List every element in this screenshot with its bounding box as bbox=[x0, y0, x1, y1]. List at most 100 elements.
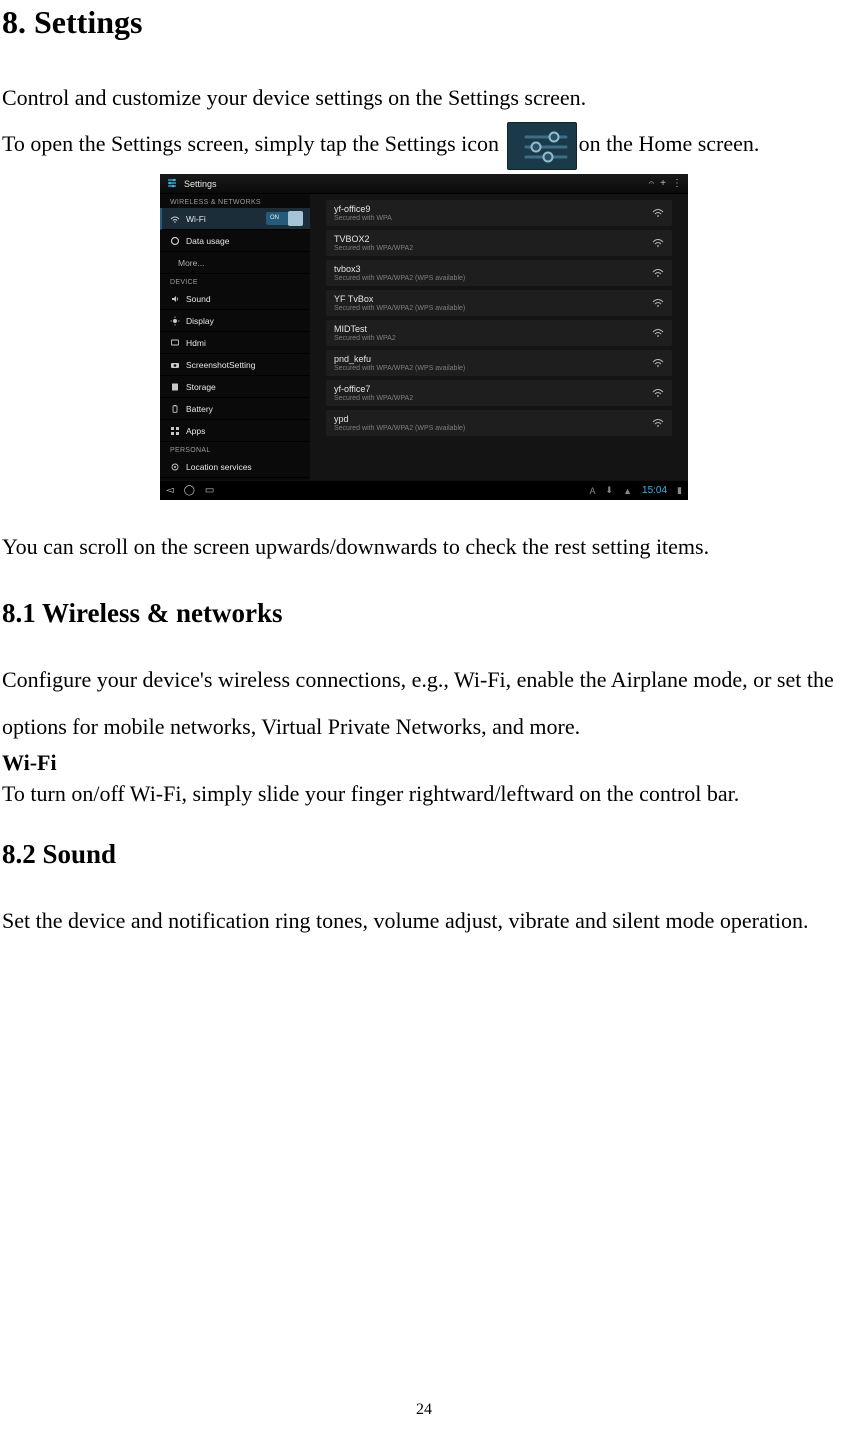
battery-status-icon: ▮ bbox=[677, 485, 682, 496]
add-icon: + bbox=[660, 178, 666, 189]
network-name: yf-office9 bbox=[334, 204, 652, 214]
sidebar-item-label: Battery bbox=[186, 404, 302, 414]
recents-icon: ▭ bbox=[205, 485, 214, 496]
network-name: YF TvBox bbox=[334, 294, 652, 304]
screenshot-sidebar: WIRELESS & NETWORKS Wi-Fi ON Data usage … bbox=[160, 194, 310, 480]
network-item: YF TvBoxSecured with WPA/WPA2 (WPS avail… bbox=[326, 290, 672, 316]
network-item: pnd_kefuSecured with WPA/WPA2 (WPS avail… bbox=[326, 350, 672, 376]
screenshot-statusbar: ◅ ◯ ▭ A ⬇ ▲ 15:04 ▮ bbox=[160, 480, 688, 500]
wifi-signal-icon bbox=[652, 268, 664, 278]
screenshot-topbar: Settings 𝄐 + ⋮ bbox=[160, 174, 688, 194]
sidebar-category: PERSONAL bbox=[160, 442, 310, 456]
wifi-signal-icon bbox=[652, 328, 664, 338]
back-icon: ◅ bbox=[166, 485, 174, 496]
section-heading: 8. Settings bbox=[2, 4, 846, 41]
intro-paragraph-1: Control and customize your device settin… bbox=[2, 75, 846, 121]
paragraph-wireless: Configure your device's wireless connect… bbox=[2, 657, 846, 749]
status-a-icon: A bbox=[590, 486, 596, 496]
screenshot-network-list: yf-office9Secured with WPATVBOX2Secured … bbox=[310, 194, 688, 480]
sidebar-item-label: Apps bbox=[186, 426, 302, 436]
text-after-icon: on the Home screen. bbox=[579, 131, 760, 156]
apps-icon bbox=[170, 426, 180, 436]
network-item: yf-office7Secured with WPA/WPA2 bbox=[326, 380, 672, 406]
wifi-signal-icon bbox=[652, 418, 664, 428]
network-security: Secured with WPA2 bbox=[334, 335, 652, 342]
sidebar-item-data-usage: Data usage bbox=[160, 230, 310, 252]
clock-time: 15:04 bbox=[642, 485, 667, 496]
network-name: tvbox3 bbox=[334, 264, 652, 274]
paragraph-scroll-hint: You can scroll on the screen upwards/dow… bbox=[2, 524, 846, 570]
home-icon: ◯ bbox=[184, 485, 195, 496]
screenshot-title: Settings bbox=[184, 179, 643, 189]
wifi-signal-icon bbox=[652, 358, 664, 368]
network-name: ypd bbox=[334, 414, 652, 424]
network-item: TVBOX2Secured with WPA/WPA2 bbox=[326, 230, 672, 256]
sidebar-item-label: Location services bbox=[186, 462, 302, 472]
wifi-signal-icon bbox=[652, 238, 664, 248]
sidebar-item-security: Security bbox=[160, 478, 310, 480]
network-name: TVBOX2 bbox=[334, 234, 652, 244]
data-usage-icon bbox=[170, 236, 180, 246]
network-item: yf-office9Secured with WPA bbox=[326, 200, 672, 226]
sidebar-item-label: Hdmi bbox=[186, 338, 302, 348]
settings-screenshot: Settings 𝄐 + ⋮ WIRELESS & NETWORKS Wi-Fi… bbox=[160, 174, 688, 500]
scan-icon: 𝄐 bbox=[649, 178, 655, 189]
location-icon bbox=[170, 462, 180, 472]
wifi-icon bbox=[170, 214, 180, 224]
sidebar-item-label: ScreenshotSetting bbox=[186, 360, 302, 370]
sound-icon bbox=[170, 294, 180, 304]
hdmi-icon bbox=[170, 338, 180, 348]
network-security: Secured with WPA/WPA2 (WPS available) bbox=[334, 275, 652, 282]
download-icon: ⬇ bbox=[606, 485, 614, 496]
network-security: Secured with WPA/WPA2 bbox=[334, 395, 652, 402]
sidebar-item-wifi: Wi-Fi ON bbox=[160, 208, 310, 230]
network-name: yf-office7 bbox=[334, 384, 652, 394]
sidebar-item-sound: Sound bbox=[160, 288, 310, 310]
network-security: Secured with WPA/WPA2 (WPS available) bbox=[334, 425, 652, 432]
sidebar-item-label: Display bbox=[186, 316, 302, 326]
sidebar-item-screenshot-setting: ScreenshotSetting bbox=[160, 354, 310, 376]
sidebar-item-location: Location services bbox=[160, 456, 310, 478]
lock-icon bbox=[170, 480, 180, 481]
subsection-heading: 8.2 Sound bbox=[2, 839, 846, 870]
wifi-signal-icon: ▲ bbox=[623, 486, 632, 496]
sidebar-item-label: Wi-Fi bbox=[186, 214, 260, 224]
overflow-menu-icon: ⋮ bbox=[672, 178, 682, 189]
subsection-heading: 8.1 Wireless & networks bbox=[2, 598, 846, 629]
wifi-signal-icon bbox=[652, 298, 664, 308]
camera-icon bbox=[170, 360, 180, 370]
paragraph-sound: Set the device and notification ring ton… bbox=[2, 898, 846, 944]
network-item: ypdSecured with WPA/WPA2 (WPS available) bbox=[326, 410, 672, 436]
intro-paragraph-2: To open the Settings screen, simply tap … bbox=[2, 121, 846, 170]
text-before-icon: To open the Settings screen, simply tap … bbox=[2, 131, 505, 156]
wifi-signal-icon bbox=[652, 388, 664, 398]
sidebar-item-hdmi: Hdmi bbox=[160, 332, 310, 354]
sidebar-item-storage: Storage bbox=[160, 376, 310, 398]
sidebar-item-label: Sound bbox=[186, 294, 302, 304]
paragraph-wifi-toggle: To turn on/off Wi-Fi, simply slide your … bbox=[2, 776, 846, 811]
network-item: MIDTestSecured with WPA2 bbox=[326, 320, 672, 346]
sidebar-item-label: More... bbox=[178, 258, 302, 268]
network-security: Secured with WPA/WPA2 (WPS available) bbox=[334, 305, 652, 312]
network-security: Secured with WPA/WPA2 (WPS available) bbox=[334, 365, 652, 372]
network-name: MIDTest bbox=[334, 324, 652, 334]
settings-icon bbox=[507, 122, 577, 170]
wifi-label: Wi-Fi bbox=[2, 750, 846, 776]
settings-sliders-icon bbox=[166, 177, 178, 191]
wifi-signal-icon bbox=[652, 208, 664, 218]
network-name: pnd_kefu bbox=[334, 354, 652, 364]
sidebar-item-display: Display bbox=[160, 310, 310, 332]
sidebar-item-label: Storage bbox=[186, 382, 302, 392]
sidebar-item-apps: Apps bbox=[160, 420, 310, 442]
sidebar-item-label: Data usage bbox=[186, 236, 302, 246]
sidebar-item-label: Security bbox=[186, 480, 302, 481]
network-security: Secured with WPA bbox=[334, 215, 652, 222]
sidebar-category: WIRELESS & NETWORKS bbox=[160, 194, 310, 208]
sidebar-item-battery: Battery bbox=[160, 398, 310, 420]
display-icon bbox=[170, 316, 180, 326]
network-item: tvbox3Secured with WPA/WPA2 (WPS availab… bbox=[326, 260, 672, 286]
network-security: Secured with WPA/WPA2 bbox=[334, 245, 652, 252]
sidebar-item-more: More... bbox=[160, 252, 310, 274]
sidebar-category: DEVICE bbox=[160, 274, 310, 288]
storage-icon bbox=[170, 382, 180, 392]
